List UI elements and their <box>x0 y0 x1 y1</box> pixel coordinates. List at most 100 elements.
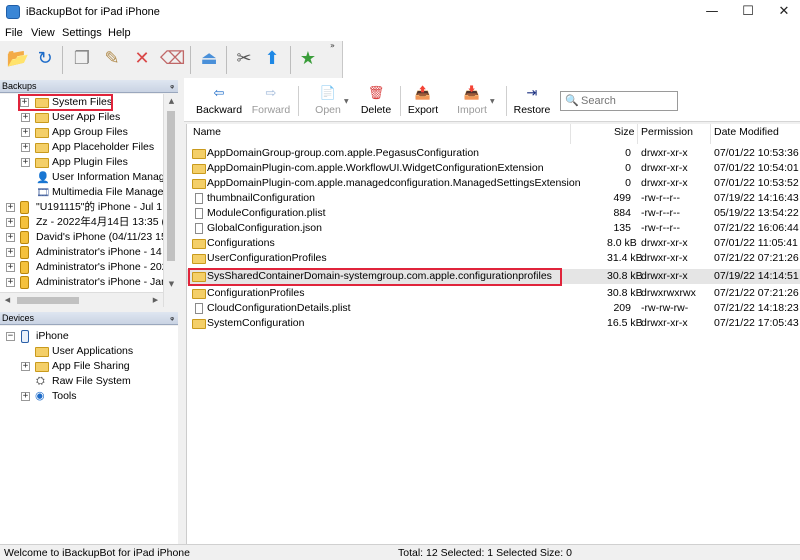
open-dropdown-icon[interactable]: ▼ <box>344 98 349 105</box>
toolbar-overflow-icon[interactable]: » <box>330 41 335 50</box>
tree-item-multimedia-file-manager[interactable]: 🎞 Multimedia File Manager <box>0 185 163 200</box>
copy-icon[interactable]: ❐ <box>70 47 94 71</box>
scroll-down-icon[interactable]: ▼ <box>164 277 179 292</box>
file-icon <box>195 193 203 204</box>
column-header-date-modified[interactable]: Date Modified <box>714 126 779 138</box>
file-name: GlobalConfiguration.json <box>207 222 322 234</box>
scroll-thumb[interactable] <box>167 111 175 261</box>
file-row[interactable]: AppDomainPlugin-com.apple.WorkflowUI.Wid… <box>187 161 800 176</box>
tree-item-user-app-files[interactable]: + User App Files <box>0 110 163 125</box>
expand-icon[interactable]: + <box>6 203 15 212</box>
expand-icon[interactable]: + <box>21 128 30 137</box>
tools-icon[interactable]: ✂ <box>232 47 256 71</box>
expand-icon[interactable]: + <box>6 278 15 287</box>
upload-icon[interactable]: ⬆ <box>260 47 284 71</box>
column-header-name[interactable]: Name <box>193 126 221 138</box>
expand-icon[interactable]: + <box>21 113 30 122</box>
tree-item-backup[interactable]: + Zz - 2022年4月14日 13:35 (04 <box>0 215 163 230</box>
file-permission: -rw-r--r-- <box>641 192 681 204</box>
clean-icon[interactable]: ✎ <box>100 47 124 71</box>
restore-button[interactable]: ⇥ Restore <box>512 84 552 120</box>
menu-file[interactable]: File <box>5 27 23 39</box>
refresh-icon[interactable]: ↻ <box>33 47 57 71</box>
scroll-left-icon[interactable]: ◀ <box>0 293 15 308</box>
tree-item-backup[interactable]: + David's iPhone (04/11/23 15:3 <box>0 230 163 245</box>
search-box[interactable]: 🔍 <box>560 91 678 111</box>
expand-icon[interactable]: + <box>21 158 30 167</box>
scroll-thumb[interactable] <box>17 297 79 304</box>
tree-item-user-information-manager[interactable]: 👤 User Information Manage <box>0 170 163 185</box>
menu-settings[interactable]: Settings <box>62 27 102 39</box>
toolbar-separator <box>298 86 299 116</box>
import-button[interactable]: 📥 Import <box>450 84 494 120</box>
delete-button[interactable]: 🗑 Delete <box>356 84 396 120</box>
column-divider[interactable] <box>570 124 571 144</box>
expand-icon[interactable]: + <box>6 218 15 227</box>
column-header-size[interactable]: Size <box>614 126 634 138</box>
forward-button[interactable]: ⇨ Forward <box>248 84 294 120</box>
file-row[interactable]: thumbnailConfiguration 499 -rw-r--r-- 07… <box>187 191 800 206</box>
maximize-icon[interactable]: ☐ <box>731 0 765 24</box>
tree-item-user-applications[interactable]: User Applications <box>0 344 178 359</box>
menu-view[interactable]: View <box>31 27 55 39</box>
panel-splitter[interactable] <box>178 78 184 546</box>
tree-item-backup[interactable]: + Administrator's iPhone - 14 M <box>0 245 163 260</box>
file-row[interactable]: GlobalConfiguration.json 135 -rw-r--r-- … <box>187 221 800 236</box>
expand-icon[interactable]: + <box>6 248 15 257</box>
status-bar: Welcome to iBackupBot for iPad iPhone To… <box>0 544 800 560</box>
column-divider[interactable] <box>637 124 638 144</box>
backward-button[interactable]: ⇦ Backward <box>194 84 244 120</box>
expand-icon[interactable]: + <box>6 263 15 272</box>
expand-icon[interactable]: + <box>21 392 30 401</box>
expand-icon[interactable]: + <box>6 233 15 242</box>
tree-item-app-plugin-files[interactable]: + App Plugin Files <box>0 155 163 170</box>
column-divider[interactable] <box>710 124 711 144</box>
open-folder-icon[interactable]: 📂 <box>6 47 30 71</box>
scroll-up-icon[interactable]: ▲ <box>164 94 179 109</box>
file-row[interactable]: UserConfigurationProfiles 31.4 kB drwxr-… <box>187 251 800 266</box>
file-row[interactable]: SystemConfiguration 16.5 kB drwxr-xr-x 0… <box>187 316 800 331</box>
collapse-icon[interactable]: − <box>6 332 15 341</box>
star-icon[interactable]: ★ <box>296 47 320 71</box>
minimize-icon[interactable]: — <box>695 0 729 24</box>
file-row[interactable]: AppDomainGroup-group.com.apple.PegasusCo… <box>187 146 800 161</box>
expand-icon[interactable]: + <box>21 143 30 152</box>
tree-item-iphone[interactable]: − iPhone <box>0 329 178 344</box>
file-permission: drwxr-xr-x <box>641 252 688 264</box>
file-row[interactable]: ModuleConfiguration.plist 884 -rw-r--r--… <box>187 206 800 221</box>
file-row[interactable]: ConfigurationProfiles 30.8 kB drwxrwxrwx… <box>187 286 800 301</box>
devices-tree: − iPhone User Applications + App File Sh… <box>0 326 178 544</box>
eject-icon[interactable]: ⏏ <box>197 47 221 71</box>
export-button[interactable]: 📤 Export <box>404 84 442 120</box>
tree-item-app-placeholder-files[interactable]: + App Placeholder Files <box>0 140 163 155</box>
tree-item-app-file-sharing[interactable]: + App File Sharing <box>0 359 178 374</box>
eraser-icon[interactable]: ⌫ <box>160 47 185 71</box>
backups-horizontal-scrollbar[interactable]: ◀ ▶ <box>0 292 163 307</box>
file-date: 07/01/22 10:54:01 <box>714 162 799 174</box>
backups-vertical-scrollbar[interactable]: ▲ ▼ <box>163 94 178 307</box>
open-button[interactable]: 📄 Open <box>308 84 348 120</box>
import-dropdown-icon[interactable]: ▼ <box>490 98 495 105</box>
scroll-right-icon[interactable]: ▶ <box>148 293 163 308</box>
menu-help[interactable]: Help <box>108 27 131 39</box>
expand-icon[interactable]: + <box>21 362 30 371</box>
tree-item-backup[interactable]: + "U191115"的 iPhone - Jul 1, 2 <box>0 200 163 215</box>
file-row[interactable]: AppDomainPlugin-com.apple.managedconfigu… <box>187 176 800 191</box>
tree-item-app-group-files[interactable]: + App Group Files <box>0 125 163 140</box>
file-row[interactable]: Configurations 8.0 kB drwxr-xr-x 07/01/2… <box>187 236 800 251</box>
tree-item-raw-file-system[interactable]: ⛭ Raw File System <box>0 374 178 389</box>
file-date: 07/01/22 10:53:52 <box>714 177 799 189</box>
file-row[interactable]: CloudConfigurationDetails.plist 209 -rw-… <box>187 301 800 316</box>
column-header-permission[interactable]: Permission <box>641 126 693 138</box>
toolbar-separator <box>226 46 227 74</box>
pin-icon[interactable]: ᵩ <box>170 312 174 324</box>
tree-item-backup[interactable]: + Administrator's iPhone - Jan 2 <box>0 275 163 290</box>
file-name: CloudConfigurationDetails.plist <box>207 302 351 314</box>
tree-item-tools[interactable]: + ◉ Tools <box>0 389 178 404</box>
file-date: 07/21/22 07:21:26 <box>714 252 799 264</box>
pin-icon[interactable]: ᵩ <box>170 80 174 92</box>
tree-item-backup[interactable]: + Administrator's iPhone - 2024 <box>0 260 163 275</box>
close-icon[interactable]: ✕ <box>767 0 800 24</box>
search-input[interactable] <box>581 94 675 108</box>
delete-icon[interactable]: ✕ <box>130 47 154 71</box>
